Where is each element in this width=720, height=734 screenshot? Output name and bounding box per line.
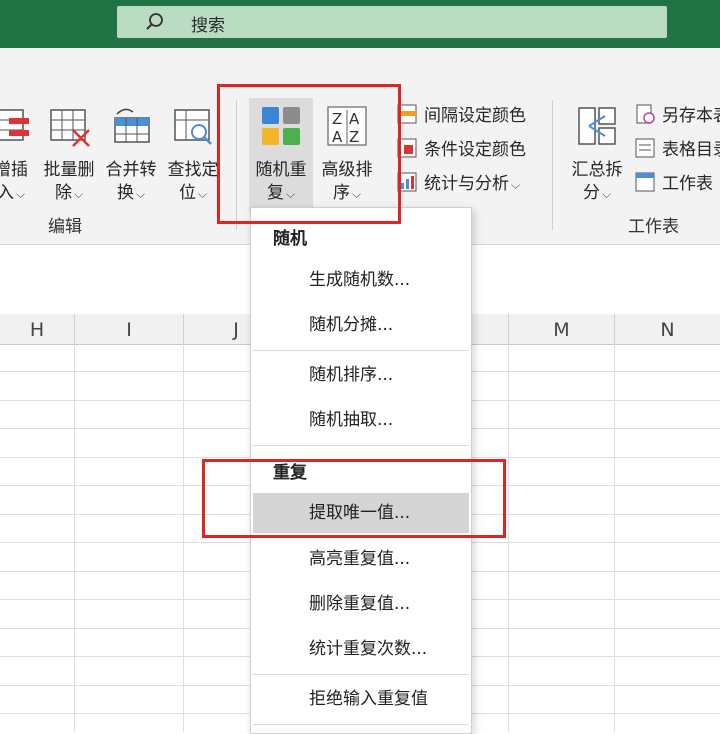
advanced-sort-button[interactable]: Z A A Z 高级排 序 ⌵ [316,104,378,206]
insert-icon [0,109,29,141]
column-header-i[interactable]: I [75,314,184,344]
menu-item-extract-unique[interactable]: 提取唯一值... [253,493,469,533]
column-header-h[interactable]: H [0,314,75,344]
chevron-down-icon: ⌵ [285,187,296,201]
chevron-down-icon: ⌵ [73,187,84,201]
grid-line [508,344,509,732]
menu-item-delete-duplicates[interactable]: 删除重复值... [253,584,469,624]
menu-section-random: 随机 [273,229,307,249]
chevron-down-icon: ⌵ [351,187,362,201]
stats-analysis-icon [397,172,417,192]
chevron-down-icon: ⌵ [601,187,612,201]
group-separator [236,100,237,230]
interval-color-icon [397,104,417,124]
svg-text:A: A [332,128,343,146]
chevron-down-icon: ⌵ [135,187,146,201]
batch-delete-button[interactable]: 批量删 除 ⌵ [40,104,98,206]
svg-text:A: A [349,110,360,128]
search-box[interactable]: 搜索 [117,6,667,38]
find-locate-button[interactable]: 查找定 位 ⌵ [164,104,222,206]
merge-convert-button[interactable]: 合并转 换 ⌵ [102,104,160,206]
batch-delete-icon [50,109,90,147]
column-header-l[interactable] [470,314,509,344]
chevron-down-icon: ⌵ [511,178,521,192]
advanced-sort-icon: Z A A Z [327,106,367,146]
grid-line [183,344,184,732]
menu-item-generate-random[interactable]: 生成随机数... [253,260,469,300]
menu-item-reject-duplicate-input[interactable]: 拒绝输入重复值 [253,679,469,719]
search-placeholder: 搜索 [191,16,225,36]
menu-item-count-duplicates[interactable]: 统计重复次数... [253,629,469,669]
worksheet-icon [635,172,655,192]
menu-item-random-sort[interactable]: 随机排序... [253,355,469,395]
conditional-color-button[interactable]: 条件设定颜色 [396,136,526,164]
menu-separator [253,674,469,675]
insert-button[interactable]: 增插 入 ⌵ [0,104,34,206]
group-label-worksheet: 工作表 [628,217,679,237]
save-sheet-button[interactable]: 另存本表 [634,102,720,130]
menu-separator [253,445,469,446]
random-repeat-icon [262,107,300,145]
menu-separator [253,724,469,725]
chevron-down-icon: ⌵ [15,187,26,201]
grid-line [74,344,75,732]
svg-text:Z: Z [332,110,342,128]
group-label-edit: 编辑 [48,217,82,237]
menu-separator [253,350,469,351]
svg-text:Z: Z [349,128,359,146]
merge-convert-icon [114,108,150,143]
column-header-m[interactable]: M [509,314,615,344]
group-separator [552,100,553,230]
chevron-down-icon: ⌵ [197,187,208,201]
menu-section-repeat: 重复 [273,463,307,483]
menu-item-random-draw[interactable]: 随机抽取... [253,400,469,440]
column-header-n[interactable]: N [615,314,720,344]
random-repeat-menu: 随机 生成随机数... 随机分摊... 随机排序... 随机抽取... 重复 提… [250,207,472,734]
sheet-directory-button[interactable]: 表格目录 [634,136,720,164]
summary-split-button[interactable]: 汇总拆 分 ⌵ [566,104,628,206]
conditional-color-icon [397,138,417,158]
search-icon [146,13,163,30]
grid-line [614,344,615,732]
interval-color-button[interactable]: 间隔设定颜色 [396,102,526,130]
title-bar: 搜索 [0,0,720,48]
random-repeat-button[interactable]: 随机重 复 ⌵ [249,98,313,212]
save-sheet-icon [636,104,655,124]
stats-analysis-button[interactable]: 统计与分析 ⌵ [396,170,520,198]
worksheet-button[interactable]: 工作表 [634,170,713,198]
find-locate-icon [174,109,212,145]
menu-item-random-allocate[interactable]: 随机分摊... [253,305,469,345]
sheet-directory-icon [635,138,655,158]
menu-item-highlight-duplicates[interactable]: 高亮重复值... [253,539,469,579]
summary-split-icon [578,107,616,145]
